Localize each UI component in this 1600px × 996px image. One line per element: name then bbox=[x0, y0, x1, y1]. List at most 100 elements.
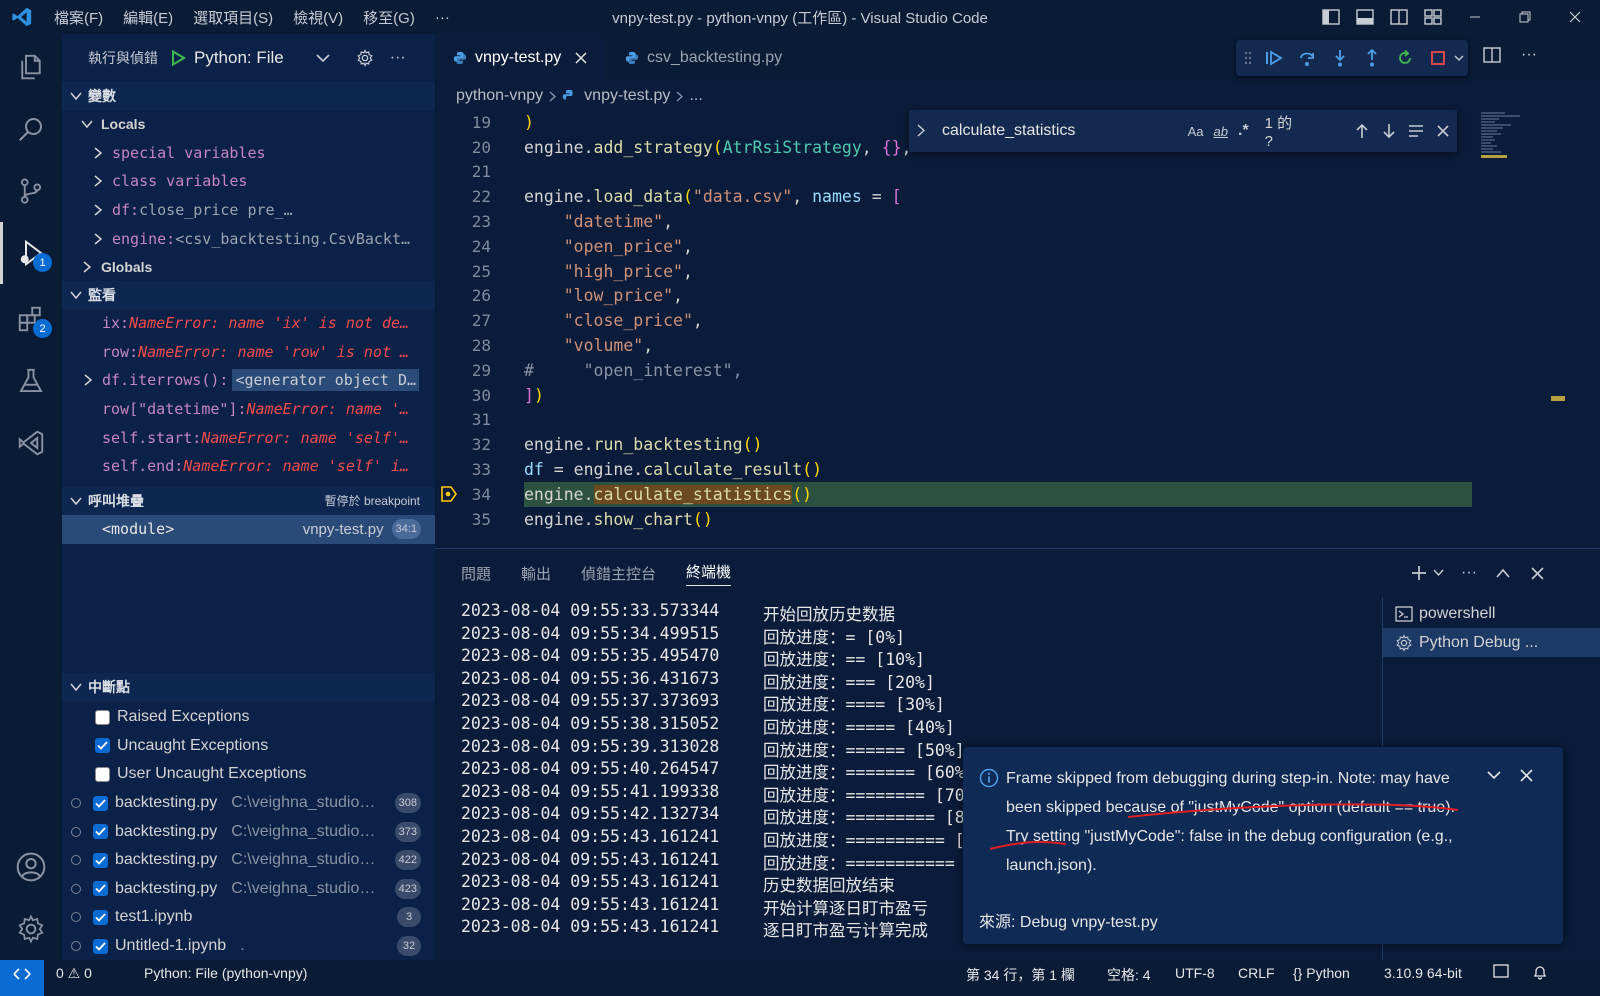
chevron-down-icon[interactable] bbox=[316, 53, 330, 63]
next-match-icon[interactable] bbox=[1376, 123, 1403, 139]
file-breakpoint[interactable]: backtesting.py C:\veighna_studio… 373 bbox=[62, 817, 435, 846]
more-actions-icon[interactable]: ··· bbox=[1521, 46, 1537, 64]
file-breakpoint[interactable]: Untitled-1.ipynb . 32 bbox=[62, 932, 435, 961]
visual-studio-icon[interactable] bbox=[0, 412, 62, 474]
variable-item[interactable]: class variables bbox=[62, 167, 435, 196]
problems-status[interactable]: 0 ⚠ 0 bbox=[56, 965, 92, 982]
encoding-status[interactable]: UTF-8 bbox=[1175, 965, 1215, 981]
maximize-panel-icon[interactable] bbox=[1496, 563, 1510, 583]
tab-csv-backtesting[interactable]: csv_backtesting.py bbox=[607, 34, 821, 82]
restart-icon[interactable] bbox=[1389, 43, 1422, 73]
menu-selection[interactable]: 選取項目(S) bbox=[183, 7, 283, 28]
checkbox-checked[interactable] bbox=[93, 881, 108, 897]
debug-config-select[interactable]: Python: File bbox=[194, 48, 284, 68]
file-breakpoint[interactable]: backtesting.py C:\veighna_studio… 423 bbox=[62, 875, 435, 904]
checkbox-checked[interactable] bbox=[93, 795, 108, 811]
continue-icon[interactable] bbox=[1258, 43, 1291, 73]
remote-indicator-icon[interactable] bbox=[0, 960, 44, 996]
extensions-icon[interactable]: 2 bbox=[0, 288, 62, 350]
match-whole-word-icon[interactable]: ab bbox=[1214, 124, 1228, 139]
eol-status[interactable]: CRLF bbox=[1238, 965, 1275, 981]
more-actions-icon[interactable]: ··· bbox=[1461, 563, 1477, 583]
watch-item[interactable]: self.end: NameError: name 'self' i… bbox=[62, 452, 435, 481]
locals-scope[interactable]: Locals bbox=[62, 110, 435, 139]
globals-scope[interactable]: Globals bbox=[62, 253, 435, 281]
search-icon[interactable] bbox=[0, 98, 62, 160]
tab-problems[interactable]: 問題 bbox=[461, 563, 491, 584]
cursor-position[interactable]: 第 34 行，第 1 欄 bbox=[966, 965, 1075, 985]
close-notification-icon[interactable] bbox=[1520, 769, 1533, 782]
tab-debug-console[interactable]: 偵錯主控台 bbox=[581, 563, 656, 584]
stack-frame[interactable]: <module> vnpy-test.py 34:1 bbox=[62, 514, 435, 544]
use-regex-icon[interactable]: .* bbox=[1238, 122, 1249, 140]
checkbox-checked[interactable] bbox=[95, 738, 110, 754]
variables-section-header[interactable]: 變數 bbox=[62, 82, 435, 110]
variable-item[interactable]: df: close_price pre_… bbox=[62, 196, 435, 225]
exception-breakpoint[interactable]: Raised Exceptions bbox=[62, 703, 435, 732]
watch-item[interactable]: row: NameError: name 'row' is not … bbox=[62, 338, 435, 367]
toggle-replace-icon[interactable] bbox=[917, 124, 925, 137]
find-input[interactable]: calculate_statistics bbox=[942, 122, 1188, 140]
close-panel-icon[interactable] bbox=[1531, 563, 1544, 583]
start-debug-icon[interactable] bbox=[170, 50, 186, 66]
variable-item[interactable]: special variables bbox=[62, 139, 435, 168]
toggle-secondary-sidebar-icon[interactable] bbox=[1382, 0, 1416, 34]
checkbox[interactable] bbox=[95, 766, 110, 782]
checkbox-checked[interactable] bbox=[93, 824, 108, 840]
drag-handle-icon[interactable] bbox=[1244, 51, 1258, 65]
exception-breakpoint[interactable]: User Uncaught Exceptions bbox=[62, 760, 435, 789]
restore-icon[interactable] bbox=[1500, 0, 1550, 34]
toggle-panel-icon[interactable] bbox=[1348, 0, 1382, 34]
new-terminal-icon[interactable] bbox=[1410, 563, 1428, 583]
tab-vnpy-test[interactable]: vnpy-test.py bbox=[435, 34, 605, 82]
customize-layout-icon[interactable] bbox=[1416, 0, 1450, 34]
split-editor-icon[interactable] bbox=[1483, 47, 1501, 63]
explorer-icon[interactable] bbox=[0, 36, 62, 98]
minimize-icon[interactable] bbox=[1450, 0, 1500, 34]
watch-item[interactable]: row["datetime"]: NameError: name '… bbox=[62, 395, 435, 424]
terminal-output[interactable]: 2023-08-04 09:55:33.573344 开始回放历史数据 2023-… bbox=[461, 601, 965, 940]
run-debug-icon[interactable]: 1 bbox=[0, 222, 62, 284]
collapse-notification-icon[interactable] bbox=[1487, 771, 1501, 780]
account-icon[interactable] bbox=[0, 836, 62, 898]
tab-output[interactable]: 輸出 bbox=[521, 563, 551, 584]
minimap[interactable] bbox=[1475, 110, 1545, 170]
step-into-icon[interactable] bbox=[1323, 43, 1356, 73]
checkbox[interactable] bbox=[95, 709, 110, 725]
open-launch-json-gear-icon[interactable] bbox=[356, 49, 374, 67]
find-in-selection-icon[interactable] bbox=[1403, 124, 1430, 138]
language-mode[interactable]: {} Python bbox=[1293, 965, 1350, 981]
terminal-item-python-debug[interactable]: Python Debug ... bbox=[1383, 628, 1600, 657]
watch-item[interactable]: ix: NameError: name 'ix' is not de… bbox=[62, 309, 435, 338]
python-interpreter[interactable]: 3.10.9 64-bit bbox=[1384, 965, 1462, 981]
checkbox-checked[interactable] bbox=[93, 852, 108, 868]
toggle-sidebar-icon[interactable] bbox=[1314, 0, 1348, 34]
chevron-down-icon[interactable] bbox=[1433, 563, 1444, 583]
code-editor[interactable]: 19) 20 engine.add_strategy(AtrRsiStrategy… bbox=[435, 110, 1600, 548]
menu-go[interactable]: 移至(G) bbox=[353, 7, 425, 28]
indentation-status[interactable]: 空格: 4 bbox=[1107, 965, 1151, 985]
source-control-icon[interactable] bbox=[0, 160, 62, 222]
callstack-section-header[interactable]: 呼叫堆疊 暫停於 breakpoint bbox=[62, 486, 435, 515]
notifications-bell-icon[interactable] bbox=[1532, 964, 1548, 980]
menu-edit[interactable]: 編輯(E) bbox=[113, 7, 183, 28]
testing-icon[interactable] bbox=[0, 350, 62, 412]
breadcrumb-folder[interactable]: python-vnpy bbox=[456, 87, 543, 105]
previous-match-icon[interactable] bbox=[1349, 123, 1376, 139]
chevron-down-icon[interactable] bbox=[1454, 55, 1468, 62]
tab-terminal[interactable]: 終端機 bbox=[686, 561, 732, 586]
checkbox-checked[interactable] bbox=[93, 909, 108, 925]
match-case-icon[interactable]: Aa bbox=[1188, 124, 1204, 139]
file-breakpoint[interactable]: backtesting.py C:\veighna_studio… 422 bbox=[62, 846, 435, 875]
file-breakpoint[interactable]: backtesting.py C:\veighna_studio… 308 bbox=[62, 789, 435, 818]
debug-status[interactable]: Python: File (python-vnpy) bbox=[144, 965, 307, 981]
exception-breakpoint[interactable]: Uncaught Exceptions bbox=[62, 732, 435, 761]
close-window-icon[interactable] bbox=[1550, 0, 1600, 34]
checkbox-checked[interactable] bbox=[93, 938, 108, 954]
close-icon[interactable] bbox=[575, 52, 587, 64]
breakpoints-section-header[interactable]: 中斷點 bbox=[62, 673, 435, 701]
layout-icon[interactable] bbox=[1493, 964, 1509, 978]
breadcrumb-symbol[interactable]: ... bbox=[689, 87, 702, 105]
breadcrumb-file[interactable]: vnpy-test.py bbox=[584, 87, 670, 105]
stop-icon[interactable] bbox=[1422, 43, 1455, 73]
